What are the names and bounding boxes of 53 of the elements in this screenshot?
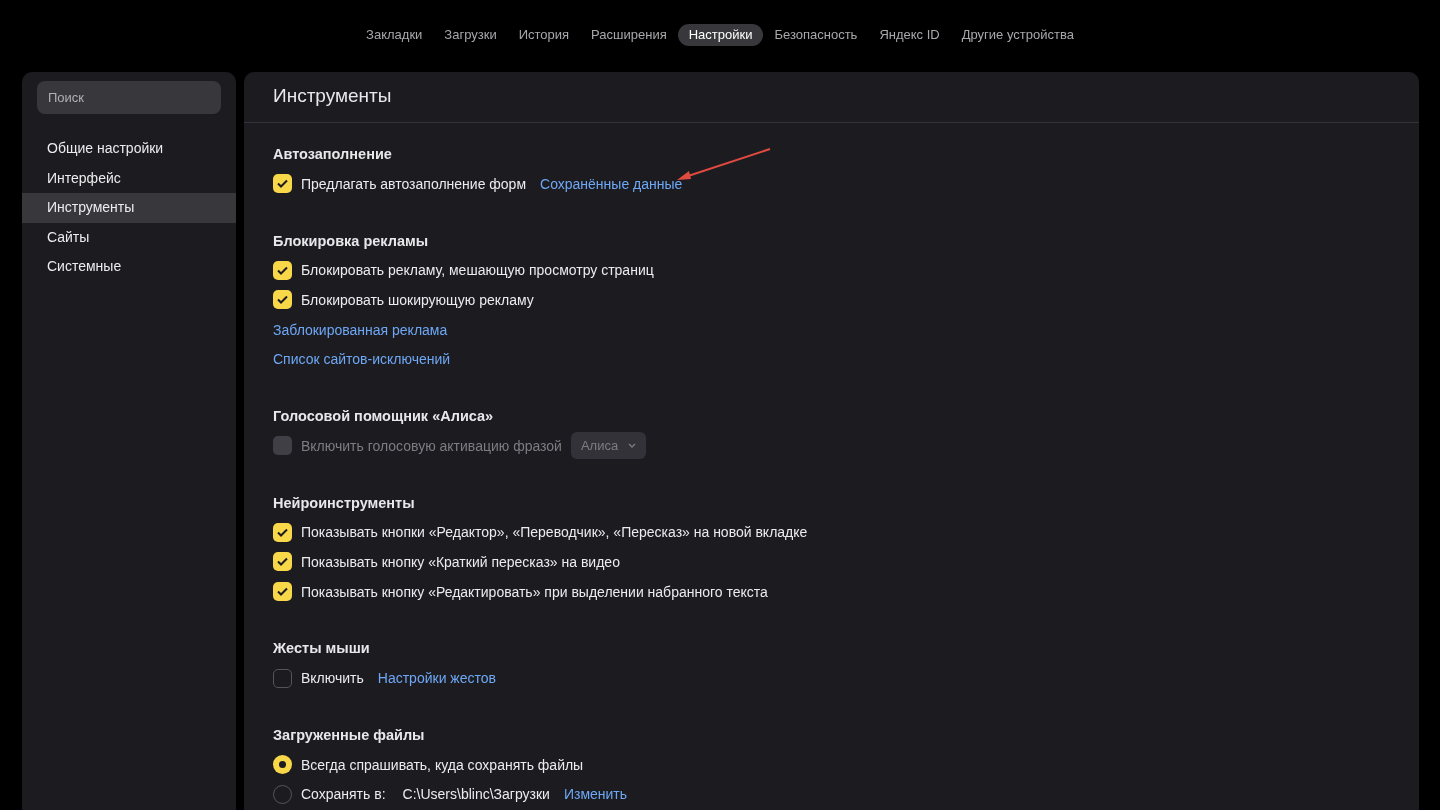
check-icon [277, 295, 288, 305]
section-heading: Автозаполнение [273, 145, 392, 164]
checkbox[interactable] [273, 290, 292, 310]
nav-tab[interactable]: Безопасность [763, 24, 869, 46]
settings-link[interactable]: Настройки жестов [377, 670, 496, 687]
nav-tab[interactable]: Загрузки [433, 24, 508, 46]
search-field[interactable]: Поиск [37, 81, 221, 114]
nav-tab[interactable]: Расширения [580, 24, 678, 46]
check-icon [277, 179, 288, 189]
check-icon [277, 265, 288, 275]
radio-label: Сохранять в: [301, 786, 386, 803]
section-heading: Жесты мыши [273, 639, 370, 659]
radio-button[interactable] [273, 755, 292, 775]
nav-tab[interactable]: История [507, 24, 581, 46]
checkbox-label: Показывать кнопки «Редактор», «Переводчик», «Пересказ» на новой вкладке [301, 524, 808, 541]
section-heading: Нейроинструменты [273, 493, 415, 513]
checkbox-label: Включить голосовую активацию фразой [301, 437, 562, 454]
sidebar-item[interactable]: Интерфейс [22, 163, 236, 193]
settings-link[interactable]: Сохранённые данные [540, 175, 683, 192]
radio-label: Всегда спрашивать, куда сохранять файлы [301, 756, 584, 773]
folder-path: C:\Users\blinc\Загрузки [402, 786, 550, 803]
dropdown-value: Алиса [580, 438, 619, 454]
checkbox[interactable] [273, 174, 292, 194]
check-icon [277, 557, 288, 567]
checkbox-label: Показывать кнопку «Краткий пересказ» на видео [301, 553, 620, 570]
chevron-down-icon [628, 443, 637, 449]
section-heading: Загруженные файлы [273, 725, 425, 745]
checkbox-label: Включить [301, 670, 364, 687]
nav-tab[interactable]: Закладки [355, 24, 434, 46]
checkbox-label: Показывать кнопку «Редактировать» при выделении набранного текста [301, 583, 768, 600]
checkbox-label: Блокировать рекламу, мешающую просмотру страниц [301, 262, 654, 279]
settings-link[interactable]: Список сайтов-исключений [273, 351, 451, 368]
checkbox[interactable] [273, 552, 292, 572]
sidebar-item[interactable]: Системные [22, 252, 236, 282]
checkbox-label: Блокировать шокирующую рекламу [301, 292, 534, 308]
settings-link[interactable]: Заблокированная реклама [273, 321, 448, 338]
checkbox-label: Предлагать автозаполнение форм [301, 175, 527, 192]
checkbox[interactable] [273, 260, 292, 280]
nav-tab[interactable]: Яндекс ID [868, 24, 951, 46]
check-icon [277, 527, 288, 537]
section-heading: Голосовой помощник «Алиса» [273, 406, 494, 426]
checkbox[interactable] [273, 582, 292, 602]
nav-tab[interactable]: Настройки [677, 24, 764, 46]
checkbox[interactable] [273, 522, 292, 542]
sidebar-item[interactable]: Инструменты [22, 193, 236, 223]
nav-tab[interactable]: Другие устройства [950, 24, 1085, 46]
page-title: Инструменты [244, 72, 1419, 123]
checkbox[interactable] [273, 668, 292, 688]
sidebar-item[interactable]: Сайты [22, 222, 236, 252]
sidebar-item[interactable]: Общие настройки [22, 134, 236, 164]
check-icon [277, 587, 288, 597]
change-link[interactable]: Изменить [563, 786, 628, 803]
section-heading: Блокировка рекламы [273, 231, 429, 251]
